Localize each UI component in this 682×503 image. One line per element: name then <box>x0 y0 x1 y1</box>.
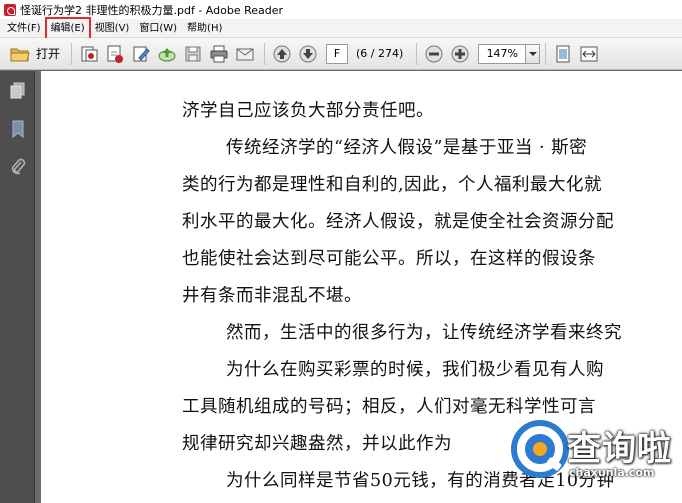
upload-icon <box>158 47 176 61</box>
print-button[interactable] <box>207 42 231 66</box>
save-button[interactable] <box>181 42 205 66</box>
menu-window[interactable]: 窗口(W) <box>134 20 182 37</box>
menu-edit[interactable]: 编辑(E) <box>44 17 91 41</box>
toolbar-separator <box>264 42 266 65</box>
attachments-panel-button[interactable] <box>8 157 27 176</box>
text-line: 工具随机组成的号码；相反，人们对毫无科学性可言 <box>182 397 596 417</box>
export-pdf-icon <box>107 45 124 63</box>
text-line: 济学自己应该负大部分责任吧。 <box>182 101 434 121</box>
page-up-icon <box>273 45 291 62</box>
previous-page-button[interactable] <box>270 42 294 66</box>
pages-icon <box>10 82 24 98</box>
toolbar: 打开 F (6 / 274) 147% <box>0 38 682 70</box>
create-pdf-icon <box>81 46 98 61</box>
fit-page-icon <box>556 45 570 62</box>
fit-page-button[interactable] <box>551 42 575 66</box>
page-down-icon <box>299 45 317 62</box>
text-line: 也能使社会达到尽可能公平。所以，在这样的假设条 <box>182 249 596 269</box>
attachment-icon <box>11 158 25 174</box>
comment-button[interactable] <box>129 42 153 66</box>
toolbar-separator <box>416 42 418 65</box>
watermark-url: chaxunla.com <box>569 466 655 479</box>
export-pdf-button[interactable] <box>103 42 127 66</box>
menu-view[interactable]: 视图(V) <box>90 20 135 37</box>
text-line: 利水平的最大化。经济人假设，就是使全社会资源分配 <box>182 212 614 232</box>
toolbar-separator <box>545 42 547 65</box>
folder-open-icon <box>10 48 30 61</box>
text-line: 为什么在购买彩票的时候，我们极少看见有人购 <box>226 360 604 380</box>
page-number-input[interactable]: F <box>326 43 349 64</box>
email-icon <box>236 48 254 60</box>
watermark-text: 查询啦 <box>567 429 672 469</box>
fit-width-icon <box>580 46 598 61</box>
text-line: 规律研究却兴趣盎然，并以此作为 <box>182 434 452 454</box>
watermark-dot <box>533 442 547 456</box>
text-line: 井有条而非混乱不堪。 <box>182 286 362 306</box>
watermark: 查询啦 chaxunla.com <box>503 420 682 503</box>
open-label: 打开 <box>36 47 61 61</box>
window-title: 怪诞行为学2 非理性的积极力量.pdf - Adobe Reader <box>20 3 284 17</box>
bookmark-icon <box>12 120 23 138</box>
print-icon <box>210 45 228 62</box>
save-icon <box>185 46 201 61</box>
zoom-dropdown-button[interactable] <box>526 43 541 64</box>
create-pdf-button[interactable] <box>77 42 101 66</box>
next-page-button[interactable] <box>296 42 320 66</box>
zoom-in-icon <box>451 45 469 62</box>
text-line: 然而，生活中的很多行为，让传统经济学看来终究 <box>226 323 622 343</box>
adobe-reader-logo-icon <box>4 3 16 16</box>
title-bar: 怪诞行为学2 非理性的积极力量.pdf - Adobe Reader <box>0 0 682 19</box>
text-line: 类的行为都是理性和自利的,因此，个人福利最大化就 <box>182 175 603 195</box>
menu-help[interactable]: 帮助(H) <box>182 20 227 37</box>
comment-icon <box>133 46 150 61</box>
chevron-down-icon <box>528 51 537 56</box>
page-count: (6 / 274) <box>356 47 404 60</box>
navigation-panel <box>0 71 35 503</box>
upload-button[interactable] <box>155 42 179 66</box>
fit-width-button[interactable] <box>577 42 601 66</box>
menu-bar: 文件(F) 编辑(E) 视图(V) 窗口(W) 帮助(H) <box>0 17 682 41</box>
zoom-in-button[interactable] <box>448 42 472 66</box>
menu-file[interactable]: 文件(F) <box>2 20 46 37</box>
email-button[interactable] <box>233 42 257 66</box>
text-line: 传统经济学的“经济人假设”是基于亚当 · 斯密 <box>226 138 588 158</box>
zoom-out-button[interactable] <box>422 42 446 66</box>
zoom-level-input[interactable]: 147% <box>478 43 527 64</box>
toolbar-separator <box>71 42 73 65</box>
bookmarks-panel-button[interactable] <box>8 119 27 138</box>
zoom-out-icon <box>425 45 443 62</box>
open-button[interactable]: 打开 <box>6 42 64 66</box>
pages-panel-button[interactable] <box>8 81 27 100</box>
